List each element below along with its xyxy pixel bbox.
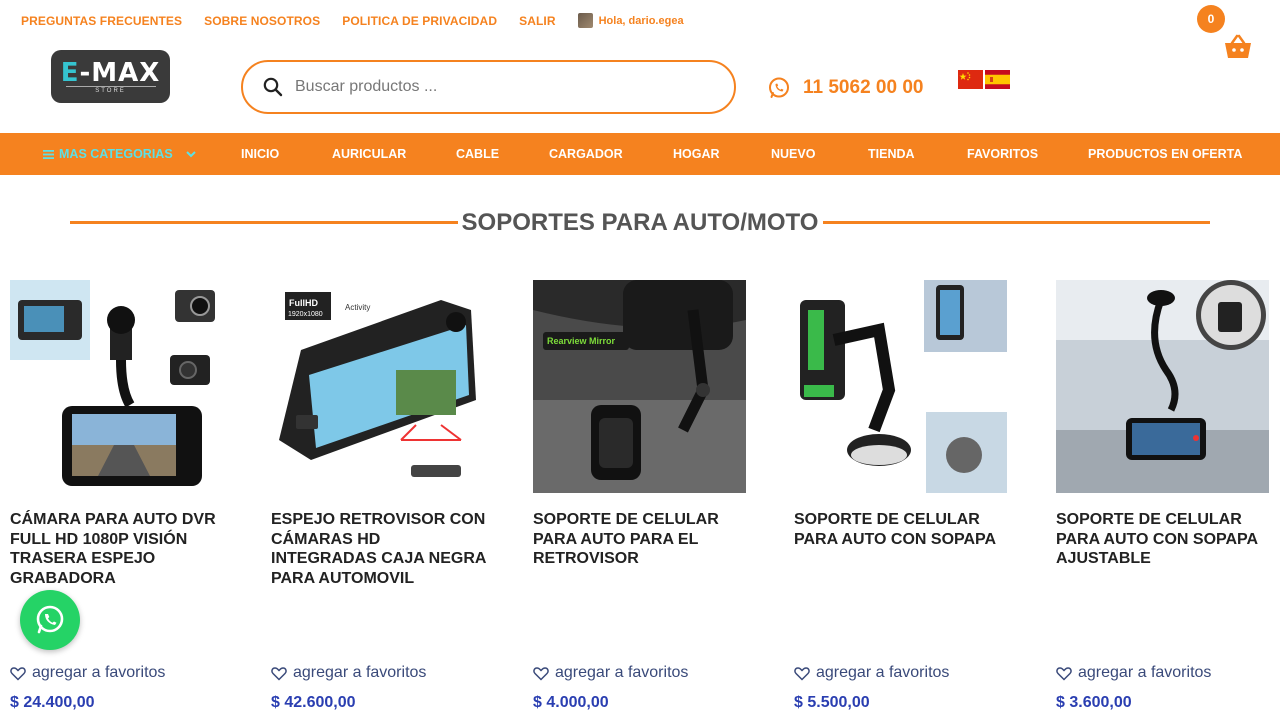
nav-categories-label: MAS CATEGORIAS [59,147,173,161]
favorites-label: agregar a favoritos [32,664,166,681]
nav-hogar[interactable]: HOGAR [673,133,720,175]
img-label-activity: Activity [345,303,370,312]
language-selector [958,70,1010,89]
nav-cargador[interactable]: CARGADOR [549,133,623,175]
product-image[interactable]: Rearview Mirror [533,280,746,493]
heart-icon [10,666,26,681]
favorites-label: agregar a favoritos [1078,664,1212,681]
contact-phone[interactable]: 11 5062 00 00 [767,76,923,100]
search-icon[interactable] [263,77,283,97]
main-nav: MAS CATEGORIAS INICIO AURICULAR CABLE CA… [0,133,1280,175]
logo-text: E-MAX [60,57,161,88]
product-card[interactable]: FullHD 1920x1080 Activity ESPEJO RETROVI… [271,280,486,711]
store-logo[interactable]: E-MAX STORE [51,50,170,103]
add-to-favorites[interactable]: agregar a favoritos [10,664,165,682]
img-label-rearview: Rearview Mirror [547,336,616,346]
nav-favoritos[interactable]: FAVORITOS [967,133,1038,175]
product-price: $ 42.600,00 [271,694,356,711]
top-bar: PREGUNTAS FRECUENTES SOBRE NOSOTROS POLI… [0,0,1280,58]
product-price: $ 24.400,00 [10,694,95,711]
product-card[interactable]: CÁMARA PARA AUTO DVR FULL HD 1080P VISIÓ… [10,280,225,711]
product-title[interactable]: CÁMARA PARA AUTO DVR FULL HD 1080P VISIÓ… [10,510,225,588]
nav-cable[interactable]: CABLE [456,133,499,175]
product-card[interactable]: SOPORTE DE CELULAR PARA AUTO CON SOPAPA … [794,280,1009,711]
whatsapp-icon [769,77,789,98]
menu-icon [43,149,54,159]
whatsapp-icon [36,605,64,634]
product-price: $ 3.600,00 [1056,694,1132,711]
heart-icon [794,666,810,681]
product-card[interactable]: SOPORTE DE CELULAR PARA AUTO CON SOPAPA … [1056,280,1271,711]
product-title[interactable]: SOPORTE DE CELULAR PARA AUTO CON SOPAPA … [1056,510,1271,569]
product-image[interactable] [10,280,223,493]
cart-button[interactable]: 0 [1197,5,1257,65]
link-about[interactable]: SOBRE NOSOTROS [204,14,320,28]
add-to-favorites[interactable]: agregar a favoritos [271,664,426,682]
user-greeting: Hola, dario.egea [598,14,684,27]
img-label-fullhd: FullHD [289,298,318,308]
avatar [577,13,593,28]
flag-china-icon[interactable] [958,70,983,89]
product-image[interactable]: FullHD 1920x1080 Activity [271,280,484,493]
phone-number: 11 5062 00 00 [803,77,924,98]
logo-subtext: STORE [65,85,156,94]
product-image[interactable] [794,280,1007,493]
chevron-down-icon [185,151,196,158]
nav-inicio[interactable]: INICIO [241,133,279,175]
add-to-favorites[interactable]: agregar a favoritos [1056,664,1211,682]
product-price: $ 5.500,00 [794,694,870,711]
cart-count-badge: 0 [1197,5,1225,33]
link-privacy[interactable]: POLITICA DE PRIVACIDAD [342,14,497,28]
whatsapp-chat-button[interactable] [20,590,80,650]
product-title[interactable]: ESPEJO RETROVISOR CON CÁMARAS HD INTEGRA… [271,510,486,588]
user-account[interactable]: Hola, dario.egea [577,13,684,28]
nav-categories[interactable]: MAS CATEGORIAS [43,133,198,175]
link-logout[interactable]: SALIR [519,14,556,28]
nav-nuevo[interactable]: NUEVO [771,133,815,175]
heart-icon [1056,666,1072,681]
nav-ofertas[interactable]: PRODUCTOS EN OFERTA [1088,133,1242,175]
favorites-label: agregar a favoritos [555,664,689,681]
heart-icon [271,666,287,681]
cart-icon [1225,34,1251,58]
nav-auricular[interactable]: AURICULAR [332,133,406,175]
product-card[interactable]: Rearview Mirror SOPORTE DE CELULAR PARA … [533,280,748,711]
search-bar[interactable] [241,60,736,114]
favorites-label: agregar a favoritos [293,664,427,681]
img-label-resolution: 1920x1080 [288,311,323,318]
heart-icon [533,666,549,681]
search-input[interactable] [295,78,715,96]
link-faq[interactable]: PREGUNTAS FRECUENTES [21,14,182,28]
divider-right [823,221,1210,224]
favorites-label: agregar a favoritos [816,664,950,681]
product-image[interactable] [1056,280,1269,493]
top-links: PREGUNTAS FRECUENTES SOBRE NOSOTROS POLI… [21,13,684,28]
section-header: SOPORTES PARA AUTO/MOTO [0,207,1280,237]
add-to-favorites[interactable]: agregar a favoritos [533,664,688,682]
nav-tienda[interactable]: TIENDA [868,133,915,175]
product-title[interactable]: SOPORTE DE CELULAR PARA AUTO CON SOPAPA [794,510,1009,549]
product-price: $ 4.000,00 [533,694,609,711]
add-to-favorites[interactable]: agregar a favoritos [794,664,949,682]
flag-spain-icon[interactable] [985,70,1010,89]
product-title[interactable]: SOPORTE DE CELULAR PARA AUTO PARA EL RET… [533,510,748,569]
